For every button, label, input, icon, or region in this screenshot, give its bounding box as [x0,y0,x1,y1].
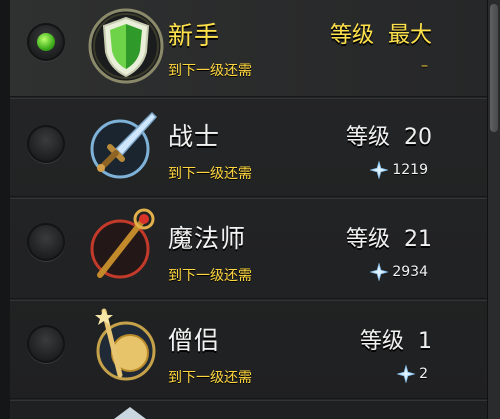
sword-icon [90,111,158,179]
radio-button-warrior[interactable] [27,125,65,163]
class-row-partial[interactable] [10,401,488,419]
class-name: 战士 [168,122,221,151]
next-level-label: 到下一级还需 [168,166,252,182]
class-row-novice[interactable]: 新手 等级 最大 到下一级还需 – [10,0,488,96]
level-value: 20 [404,125,432,150]
level-value: 1 [418,329,432,354]
level-display: 等级 最大 [232,17,432,48]
level-display: 等级 20 [232,119,432,150]
next-level-label: 到下一级还需 [168,370,252,386]
next-level-cost: 1219 [370,161,428,179]
level-label: 等级 [345,227,390,252]
shield-icon [88,8,164,84]
class-row-warrior[interactable]: 战士 等级 20 到下一级还需 1219 [10,99,488,195]
next-level-label: 到下一级还需 [168,268,252,284]
level-label: 等级 [329,23,374,48]
holy-staff-icon [95,308,156,381]
cost-value: 2 [419,366,428,382]
gem-icon [397,365,416,383]
scrollbar[interactable] [487,0,500,419]
radio-selected-dot [37,33,55,51]
left-border [0,0,10,419]
scrollbar-thumb[interactable] [490,4,498,132]
gem-icon [370,161,389,179]
next-level-label: 到下一级还需 [168,63,252,79]
radio-button-mage[interactable] [27,223,65,261]
staff-icon [90,208,155,279]
level-value: 21 [404,227,432,252]
level-label: 等级 [359,329,404,354]
class-row-monk[interactable]: 僧侣 等级 1 到下一级还需 2 [10,301,488,397]
level-display: 等级 1 [232,323,432,354]
level-label: 等级 [345,125,390,150]
cost-value: 2934 [392,264,428,280]
next-level-cost: – [421,58,428,74]
class-row-mage[interactable]: 魔法师 等级 21 到下一级还需 2934 [10,199,488,295]
class-name: 新手 [168,21,221,50]
radio-button-novice[interactable] [27,23,65,61]
next-level-cost: 2934 [370,263,428,281]
next-class-icon [114,407,146,419]
gem-icon [370,263,389,281]
level-display: 等级 21 [232,221,432,252]
class-name: 僧侣 [168,326,221,355]
class-list-panel: 新手 等级 最大 到下一级还需 – 战士 等级 20 到下一级还需 1219 魔… [0,0,488,419]
cost-value: 1219 [392,162,428,178]
next-level-cost: 2 [397,365,428,383]
level-value: 最大 [387,23,432,48]
radio-button-monk[interactable] [27,325,65,363]
cost-value: – [421,58,428,74]
